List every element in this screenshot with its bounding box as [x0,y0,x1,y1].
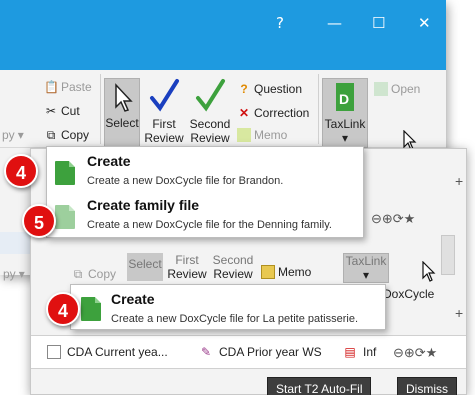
tab-cda-current[interactable]: CDA Current yea... [47,337,168,367]
step-badge: 4 [46,292,80,326]
paste-button[interactable]: 📋 Paste [44,80,92,94]
dismiss-button[interactable]: Dismiss [397,377,457,395]
first-review-button[interactable]: First Review [144,78,184,145]
open-button[interactable]: Open [374,82,420,96]
taxlink-dropdown-menu: Create Create a new DoxCycle file for La… [70,284,386,330]
first-review-button[interactable]: First Review [167,253,207,281]
step-badge: 5 [22,204,56,238]
tab-info[interactable]: ▤ Inf [343,337,376,367]
dropdown-arrow-icon: ▾ [362,268,370,282]
nav-icons[interactable]: ⊖⊕⟳★ [393,345,437,361]
dropdown-arrow-icon: ▾ [341,131,349,145]
taxlink-dropdown-menu: Create Create a new DoxCycle file for Br… [46,146,364,238]
menu-item-create[interactable]: Create Create a new DoxCycle file for Br… [47,147,363,191]
doxcycle-doc-icon [55,205,75,229]
add-icon[interactable]: + [455,305,463,321]
doxcycle-doc-icon [55,161,75,185]
taxlink-button[interactable]: TaxLink ▾ [343,253,389,283]
checkmark-green-icon [196,79,225,112]
memo-button[interactable]: Memo [261,265,311,279]
svg-text:D: D [339,91,349,107]
copy-button[interactable]: ⧉ Copy [44,128,89,142]
x-mark-icon: ✕ [238,106,250,120]
info-document-icon: ▤ [344,345,356,359]
add-icon[interactable]: + [455,173,463,189]
pen-document-icon: ✎ [200,345,212,359]
question-button[interactable]: ? Question [237,82,302,96]
second-review-button[interactable]: Second Review [188,78,232,145]
menu-item-create-family[interactable]: Create family file Create a new DoxCycle… [47,193,363,237]
document-icon [47,345,61,359]
ribbon-divider [100,74,101,144]
nav-icons[interactable]: ⊖⊕⟳★ [371,211,415,227]
close-button[interactable]: ✕ [418,14,431,32]
memo-icon [237,128,251,142]
doxcycle-label: DoxCycle [383,287,435,301]
taxlink-button[interactable]: D TaxLink ▾ [322,78,368,148]
copy-icon: ⧉ [46,128,56,142]
taxlink-doc-icon: D [336,83,354,111]
question-icon: ? [240,82,248,96]
maximize-button[interactable]: ☐ [372,14,385,32]
cursor-icon [115,83,133,112]
copy-dropdown[interactable]: py ▾ [2,128,24,142]
correction-button[interactable]: ✕ Correction [237,106,309,120]
select-button[interactable]: Select [104,78,140,148]
doxcycle-doc-icon [81,297,101,321]
second-review-button[interactable]: Second Review [211,253,255,281]
ribbon-divider [318,74,319,144]
scissors-icon: ✂ [45,104,57,118]
tab-cda-prior[interactable]: ✎ CDA Prior year WS [199,337,322,367]
ribbon: 📋 Paste ✂ Cut ⧉ Copy py ▾ Select First R… [0,70,446,151]
memo-button[interactable]: Memo [237,128,287,142]
dropdown-arrow-icon: ▾ [18,267,25,281]
help-button[interactable]: ? [276,14,284,32]
memo-icon [261,265,275,279]
paste-icon: 📋 [44,80,59,94]
title-bar: ? — ☐ ✕ [0,0,446,70]
cut-button[interactable]: ✂ Cut [44,104,80,118]
select-button[interactable]: Select [127,253,163,281]
copy-dropdown[interactable]: py ▾ [3,267,25,281]
mouse-pointer-icon [422,261,436,282]
doxcycle-open-icon [374,82,388,96]
start-t2-autofill-button[interactable]: Start T2 Auto-Fil [267,377,372,395]
scrollbar[interactable] [441,235,455,275]
copy-icon: ⧉ [73,267,83,281]
copy-button[interactable]: ⧉ Copy [71,267,116,281]
step-badge: 4 [4,154,38,188]
minimize-button[interactable]: — [327,14,342,32]
menu-item-create[interactable]: Create Create a new DoxCycle file for La… [71,285,385,331]
dropdown-arrow-icon: ▾ [17,128,24,142]
checkmark-blue-icon [150,79,179,112]
